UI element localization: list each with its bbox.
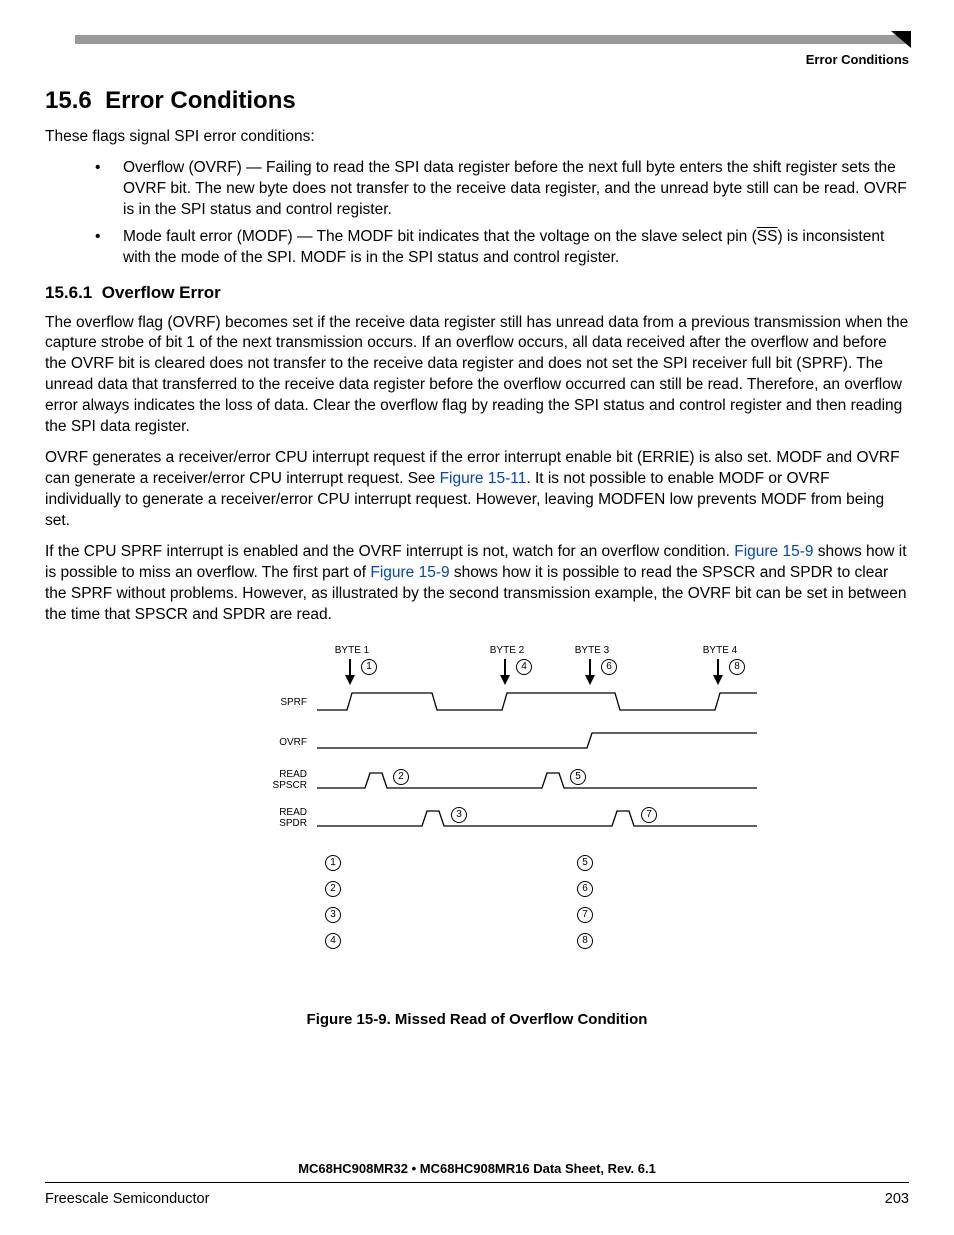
subsection-number: 15.6.1	[45, 283, 92, 302]
footer-doc-title: MC68HC908MR32 • MC68HC908MR16 Data Sheet…	[45, 1161, 909, 1176]
section-number: 15.6	[45, 87, 92, 114]
footer-vendor: Freescale Semiconductor	[45, 1191, 209, 1207]
list-item: Overflow (OVRF) — Failing to read the SP…	[95, 158, 909, 221]
step-circle: 5	[577, 855, 593, 871]
subsection-title-text: Overflow Error	[102, 283, 221, 302]
paragraph: The overflow flag (OVRF) becomes set if …	[45, 313, 909, 439]
step-circle: 6	[577, 881, 593, 897]
waveform-svg	[197, 645, 757, 845]
bullet-list: Overflow (OVRF) — Failing to read the SP…	[95, 158, 909, 269]
ss-pin-overline: SS	[757, 228, 778, 245]
step-circle: 7	[577, 907, 593, 923]
subsection-heading: 15.6.1 Overflow Error	[45, 283, 909, 303]
section-heading: 15.6 Error Conditions	[45, 87, 909, 115]
step-circle: 8	[577, 933, 593, 949]
footer-page-number: 203	[885, 1191, 909, 1207]
step-circle: 4	[325, 933, 341, 949]
figure-link[interactable]: Figure 15-9	[370, 564, 449, 581]
figure-link[interactable]: Figure 15-9	[734, 543, 813, 560]
figure-timing-diagram: BYTE 1 1 BYTE 2 4 BYTE 3 6 BYTE 4 8 SPRF…	[197, 645, 757, 1005]
section-title-text: Error Conditions	[105, 87, 296, 114]
running-head: Error Conditions	[45, 52, 909, 67]
figure-link[interactable]: Figure 15-11	[440, 470, 527, 487]
section-intro: These flags signal SPI error conditions:	[45, 127, 909, 148]
paragraph: OVRF generates a receiver/error CPU inte…	[45, 448, 909, 532]
paragraph: If the CPU SPRF interrupt is enabled and…	[45, 542, 909, 626]
figure-caption: Figure 15-9. Missed Read of Overflow Con…	[45, 1011, 909, 1028]
step-circle: 1	[325, 855, 341, 871]
list-item: Mode fault error (MODF) — The MODF bit i…	[95, 227, 909, 269]
step-circle: 3	[325, 907, 341, 923]
step-circle: 2	[325, 881, 341, 897]
page-footer: MC68HC908MR32 • MC68HC908MR16 Data Sheet…	[45, 1161, 909, 1207]
header-rule	[75, 35, 909, 44]
